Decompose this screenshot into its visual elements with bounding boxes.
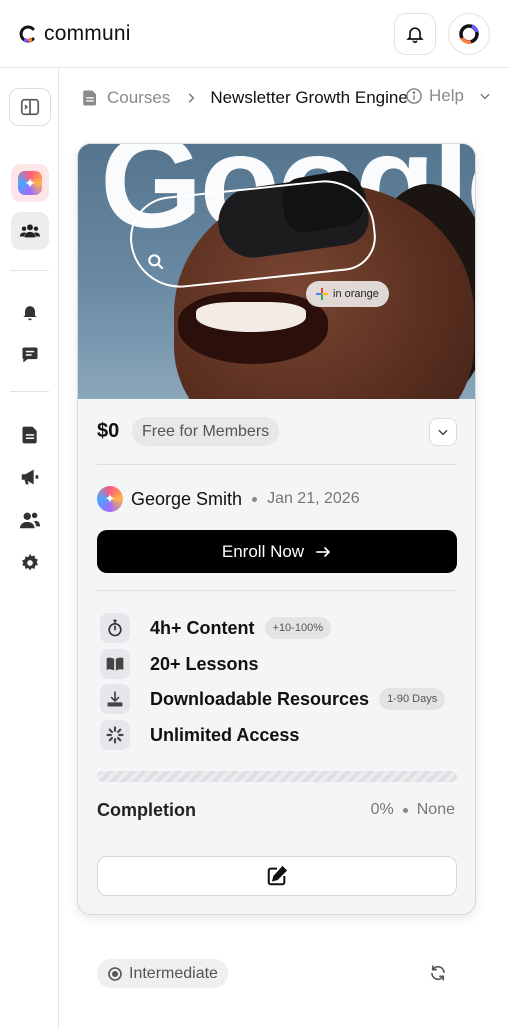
radio-dot-icon bbox=[108, 966, 122, 981]
feature-label: 4h+ Content bbox=[150, 617, 255, 638]
sidebar-item-announcements[interactable] bbox=[11, 458, 49, 496]
chevron-down-icon bbox=[480, 93, 490, 100]
enroll-button[interactable]: Enroll Now bbox=[97, 530, 457, 573]
bell-icon bbox=[406, 27, 424, 44]
completion-progress-bar bbox=[97, 771, 457, 782]
info-icon bbox=[406, 88, 422, 104]
sidebar: ✦ bbox=[0, 68, 59, 1030]
completion-percent: 0% bbox=[370, 801, 394, 818]
breadcrumb-current: Newsletter Growth Engine bbox=[210, 88, 408, 107]
feature-label: Downloadable Resources bbox=[150, 688, 370, 709]
feature-item: 20+ Lessons bbox=[100, 649, 259, 679]
chat-icon bbox=[22, 347, 38, 363]
separator-dot bbox=[252, 496, 258, 502]
logo-mark-icon bbox=[19, 25, 35, 43]
sidebar-item-documents[interactable] bbox=[11, 416, 49, 454]
timer-icon bbox=[100, 613, 130, 643]
price-tag-badge: Free for Members bbox=[132, 417, 280, 446]
divider bbox=[97, 590, 457, 591]
book-icon bbox=[100, 649, 130, 679]
members-icon bbox=[19, 512, 41, 529]
app-name: communi bbox=[44, 22, 131, 45]
feature-badge: 1-90 Days bbox=[379, 688, 446, 710]
feature-item: Unlimited Access bbox=[100, 720, 299, 750]
feature-item: Downloadable Resources 1-90 Days bbox=[100, 684, 446, 714]
sidebar-divider bbox=[10, 270, 49, 271]
edit-icon bbox=[267, 865, 288, 886]
arrow-right-icon bbox=[316, 546, 331, 557]
level-badge: Intermediate bbox=[97, 959, 228, 988]
sidebar-item-ai[interactable]: ✦ bbox=[11, 164, 49, 202]
help-menu[interactable]: Help bbox=[405, 86, 492, 106]
sidebar-item-messages[interactable] bbox=[11, 336, 49, 374]
completion-label: Completion bbox=[97, 800, 196, 820]
account-avatar-button[interactable] bbox=[448, 13, 490, 55]
sidebar-item-members[interactable] bbox=[11, 501, 49, 539]
brand-ring-icon bbox=[459, 24, 479, 44]
feature-label: Unlimited Access bbox=[150, 724, 300, 745]
loader-icon bbox=[100, 720, 130, 750]
separator-dot bbox=[402, 807, 408, 813]
plus-multicolor-icon bbox=[316, 288, 328, 300]
feature-label: 20+ Lessons bbox=[150, 653, 259, 674]
document-icon bbox=[83, 90, 96, 106]
sparkle-icon: ✦ bbox=[18, 171, 42, 195]
top-bar: communi bbox=[0, 0, 509, 68]
megaphone-icon bbox=[21, 469, 39, 485]
main-content: Courses Newsletter Growth Engine Help Go… bbox=[59, 68, 509, 1030]
course-price: $0 bbox=[97, 420, 120, 442]
edit-course-button[interactable] bbox=[97, 856, 457, 896]
document-icon bbox=[22, 426, 37, 444]
app-logo[interactable]: communi bbox=[18, 22, 131, 46]
sidebar-toggle-button[interactable] bbox=[9, 88, 51, 126]
chevron-down-icon bbox=[438, 429, 448, 436]
cover-chip-label: in orange bbox=[333, 288, 379, 300]
course-cover-image: Google in orange bbox=[78, 144, 475, 399]
publish-date: Jan 21, 2026 bbox=[267, 490, 360, 507]
users-icon bbox=[19, 224, 41, 238]
bell-filled-icon bbox=[23, 306, 37, 321]
expand-pricing-button[interactable] bbox=[429, 418, 457, 446]
completion-status: None bbox=[416, 801, 455, 818]
search-icon bbox=[148, 254, 164, 270]
course-card: Google in orange $0 Free for Members bbox=[77, 143, 476, 915]
enroll-label: Enroll Now bbox=[221, 541, 305, 561]
sidebar-item-community[interactable] bbox=[11, 212, 49, 250]
notifications-button[interactable] bbox=[394, 13, 436, 55]
panel-toggle-icon bbox=[20, 98, 40, 116]
author-name[interactable]: George Smith bbox=[131, 489, 242, 510]
refresh-icon bbox=[431, 965, 445, 981]
course-author: ✦ George Smith Jan 21, 2026 bbox=[97, 484, 360, 514]
refresh-button[interactable] bbox=[427, 962, 449, 984]
sidebar-item-notifications[interactable] bbox=[11, 293, 49, 331]
sidebar-divider bbox=[10, 391, 49, 392]
level-label: Intermediate bbox=[129, 964, 218, 982]
breadcrumb-root-link[interactable]: Courses bbox=[107, 88, 170, 108]
chevron-right-icon bbox=[189, 93, 195, 103]
breadcrumb: Courses Newsletter Growth Engine bbox=[81, 86, 408, 110]
download-icon bbox=[100, 684, 130, 714]
gear-icon bbox=[22, 553, 38, 571]
divider bbox=[97, 464, 457, 465]
feature-item: 4h+ Content +10-100% bbox=[100, 613, 331, 643]
feature-badge: +10-100% bbox=[264, 617, 331, 639]
help-label: Help bbox=[429, 86, 464, 105]
cover-chip: in orange bbox=[306, 281, 389, 307]
sidebar-item-settings[interactable] bbox=[11, 544, 49, 582]
completion-value: 0% None bbox=[371, 801, 455, 819]
author-avatar[interactable]: ✦ bbox=[97, 486, 123, 512]
